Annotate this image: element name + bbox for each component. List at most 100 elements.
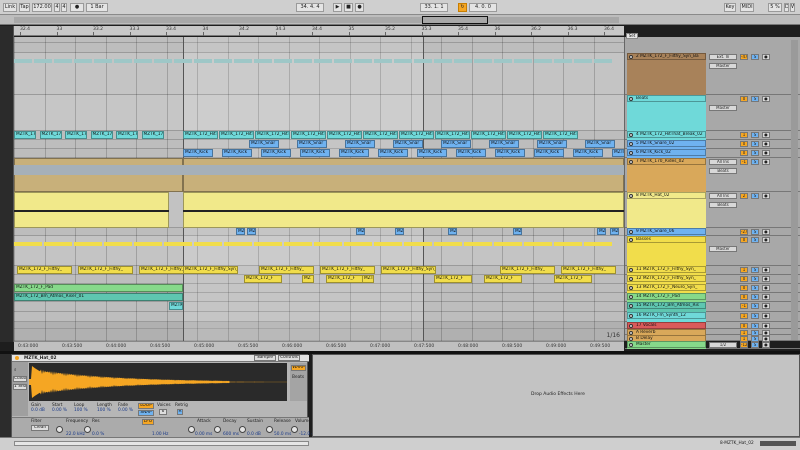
group-summary-clip[interactable] — [314, 242, 342, 246]
clip-filthy[interactable]: MZTK_172_F_Filthy_ — [78, 266, 133, 274]
clip-filthy[interactable]: MZ — [302, 275, 314, 283]
clip-filthy[interactable]: MZTK_172_F_Filthy_ — [259, 266, 314, 274]
group-summary-clip[interactable] — [284, 242, 312, 246]
clip-snare-06[interactable]: MZ — [610, 228, 619, 235]
solo-button[interactable]: S — [751, 229, 759, 235]
quantize-menu[interactable]: 1 Bar — [86, 3, 108, 12]
stop-button[interactable]: ■ — [344, 3, 353, 12]
group-summary-clip[interactable] — [404, 242, 432, 246]
clip-hitthat[interactable]: MZTK_172_HitThat — [507, 131, 542, 139]
group-summary-clip[interactable] — [134, 242, 162, 246]
arm-button[interactable]: ● — [762, 132, 770, 138]
track-name[interactable]: 16 MZTK_Fm_Synth_12 — [627, 312, 706, 319]
group-summary-clip[interactable] — [594, 59, 612, 63]
track-fold-icon[interactable] — [629, 267, 633, 272]
group-summary-clip[interactable] — [34, 59, 52, 63]
arm-button[interactable]: ● — [762, 342, 770, 348]
solo-button[interactable]: S — [751, 342, 759, 348]
group-summary-clip[interactable] — [314, 59, 332, 63]
clip-snare[interactable]: MZTK_Snar — [537, 140, 567, 148]
tab-controls[interactable]: Controls — [278, 355, 300, 361]
group-summary-clip[interactable] — [554, 59, 572, 63]
track-fold-icon[interactable] — [629, 193, 633, 198]
clip-filthy[interactable]: MZTK_172_F_Filthy_Syn_Ba — [381, 266, 436, 274]
clip-filthy[interactable]: MZTK — [362, 275, 374, 283]
track-activator[interactable]: 1 — [740, 267, 748, 273]
track-name[interactable]: 13 MZTK_172_F_Neuro_Syn_ — [627, 284, 706, 291]
res-knob[interactable] — [84, 426, 91, 433]
track-name[interactable]: 14 MZTK_172_F_Pad — [627, 293, 706, 300]
track-fold-icon[interactable] — [629, 150, 633, 155]
mixer-track[interactable]: 16 MZTK_Fm_Synth_12 1 S ● — [625, 312, 800, 322]
track-name[interactable]: 5 MZTK_Snare_02 — [627, 140, 706, 147]
solo-button[interactable]: S — [751, 303, 759, 309]
group-summary-clip[interactable] — [54, 59, 72, 63]
one-shot-button[interactable]: 1 Shot — [13, 384, 27, 390]
length-value[interactable]: 100 % — [97, 408, 111, 413]
clip-hitthat[interactable]: MZTK_172_Hi — [65, 131, 87, 139]
output-select[interactable]: Master — [709, 246, 737, 252]
track-name[interactable]: 4 MZTK_172_HitThat_Break_02 — [627, 131, 706, 138]
group-summary-clip[interactable] — [224, 242, 252, 246]
clip-snare-06[interactable]: MZ — [236, 228, 245, 235]
clip-hitthat[interactable]: MZTK_172_HitThat — [291, 131, 326, 139]
track-name[interactable]: 8 MZTK_Hat_02 — [627, 192, 706, 199]
group-summary-clip[interactable] — [134, 59, 152, 63]
arm-button[interactable]: ● — [762, 285, 770, 291]
clip-filthy[interactable]: MZTK_172_F — [554, 275, 592, 283]
mixer-track[interactable]: 13 MZTK_172_F_Neuro_Syn_ 0 S ● — [625, 284, 800, 293]
tempo-field[interactable]: 172.00 — [32, 3, 52, 12]
mixer-track[interactable]: 5 MZTK_Snare_02 0 S ● — [625, 140, 800, 149]
voices-select[interactable]: 6 — [159, 409, 167, 415]
group-summary-clip[interactable] — [154, 59, 172, 63]
track-activator[interactable]: 0 — [740, 96, 748, 102]
clip-hitthat[interactable]: MZTK_172_HitThat — [435, 131, 470, 139]
solo-button[interactable]: S — [751, 267, 759, 273]
track-fold-icon[interactable] — [629, 159, 633, 164]
clip-filthy[interactable]: MZTK_172_F_Filthy_ — [17, 266, 72, 274]
clip-kick[interactable]: MZTK_Kick — [534, 149, 564, 157]
track-activator[interactable]: 2 — [740, 193, 748, 199]
arm-button[interactable]: ● — [762, 276, 770, 282]
fade-value[interactable]: 0.00 % — [118, 408, 133, 413]
clip-hitthat[interactable]: MZTK_172_Hi — [90, 131, 113, 139]
group-summary-clip[interactable] — [454, 59, 472, 63]
clip-rides[interactable] — [14, 158, 183, 192]
track-fold-icon[interactable] — [629, 132, 633, 137]
clip-hitthat[interactable]: MZTK_172_HitThat — [363, 131, 398, 139]
solo-button[interactable]: S — [751, 54, 759, 60]
solo-button[interactable]: S — [751, 276, 759, 282]
audio-effects-drop-zone[interactable]: Drop Audio Effects Here — [312, 354, 800, 437]
clip-kick[interactable]: MZTK_Kick — [378, 149, 408, 157]
loop-value[interactable]: 100 % — [74, 408, 88, 413]
group-summary-clip[interactable] — [494, 59, 512, 63]
filter-type-select[interactable]: Clean — [31, 425, 49, 431]
clip-hitthat[interactable]: MZTK_172_HitThat — [219, 131, 254, 139]
group-summary-clip[interactable] — [174, 59, 192, 63]
clip-kick[interactable]: MZTK_Kick — [261, 149, 291, 157]
clip-hitthat[interactable]: MZTK_172_Hi — [116, 131, 138, 139]
horizontal-scrollbar[interactable] — [14, 441, 309, 446]
metronome-toggle[interactable]: ● — [70, 3, 84, 12]
output-select[interactable]: 1/2 — [709, 342, 737, 348]
group-summary-clip[interactable] — [514, 59, 532, 63]
track-fold-icon[interactable] — [629, 54, 633, 59]
track-activator[interactable]: 1 — [740, 313, 748, 319]
group-summary-clip[interactable] — [294, 59, 312, 63]
arrangement-view[interactable]: MZTK_172_HiMZTK_172_HiMZTK_172_HiMZTK_17… — [14, 37, 624, 341]
clip-hitthat[interactable]: MZTK_172_HitThat — [255, 131, 290, 139]
beat-time-ruler[interactable]: 32.4 33 33.2 33.3 33.4 34 34.2 34.3 34.4 35 35.2 35… — [14, 26, 624, 36]
clip-snare[interactable]: MZTK_Snar — [249, 140, 279, 148]
mixer-track[interactable]: 9 MZTK_Snare_06 -2.0S● — [625, 228, 800, 236]
track-activator[interactable]: -1 — [740, 303, 748, 309]
retrig-toggle[interactable]: R — [177, 409, 183, 415]
warp-button[interactable]: WARP — [291, 365, 306, 371]
output-select[interactable]: Beats — [709, 168, 737, 174]
track-activator[interactable]: 0 — [740, 141, 748, 147]
clip-hitthat[interactable]: MZTK_172_Hi — [141, 131, 164, 139]
solo-button[interactable]: S — [751, 96, 759, 102]
track-fold-icon[interactable] — [629, 96, 633, 101]
solo-button[interactable]: S — [751, 132, 759, 138]
track-fold-icon[interactable] — [629, 303, 633, 308]
track-name[interactable]: 15 MZTK_172_Bm_Atmos_Ris — [627, 302, 706, 309]
